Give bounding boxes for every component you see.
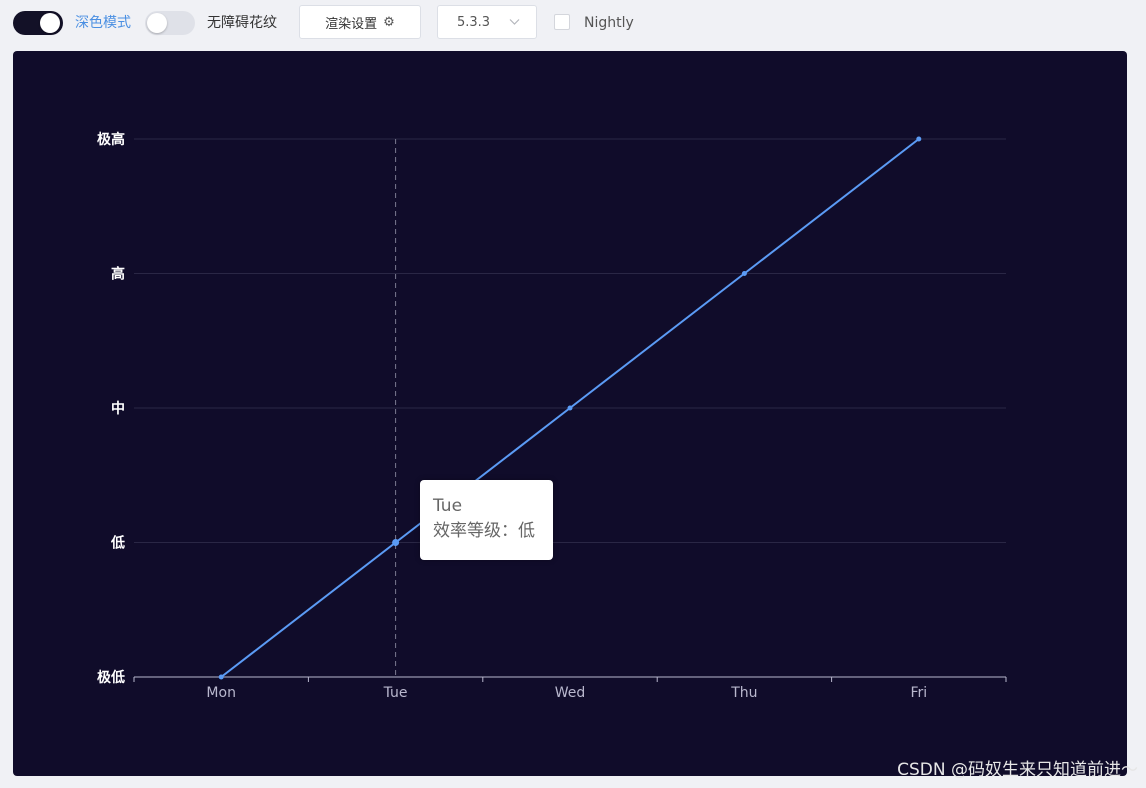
chevron-down-icon — [509, 19, 520, 25]
data-point[interactable] — [218, 674, 224, 680]
y-tick-label: 高 — [111, 266, 125, 283]
toggle-knob — [147, 13, 167, 33]
y-tick-label: 极高 — [97, 131, 125, 148]
nightly-checkbox[interactable] — [554, 14, 570, 30]
tooltip-title: Tue — [433, 496, 463, 516]
tooltip-value: 效率等级：低 — [433, 521, 535, 541]
line-chart: 极低 低 中 高 极高 Mon Tue Wed Thu Fri — [97, 131, 1007, 701]
toolbar: 深色模式 无障碍花纹 渲染设置 ⚙ 5.3.3 Nightly — [0, 0, 1146, 46]
x-tick-label: Tue — [383, 685, 408, 701]
gear-icon: ⚙ — [383, 14, 395, 30]
x-tick-label: Wed — [555, 685, 586, 701]
x-tick-label: Thu — [730, 685, 757, 701]
watermark: CSDN @码奴生来只知道前进～ — [897, 760, 1138, 780]
version-value: 5.3.3 — [457, 14, 491, 30]
dark-mode-label: 深色模式 — [75, 15, 131, 31]
data-point[interactable] — [916, 136, 922, 142]
dark-mode-toggle[interactable] — [13, 11, 63, 35]
data-point[interactable] — [741, 271, 747, 276]
render-settings-button[interactable]: 渲染设置 ⚙ — [299, 5, 421, 39]
nightly-label: Nightly — [584, 15, 634, 31]
aria-pattern-toggle[interactable] — [145, 11, 195, 35]
y-tick-label: 中 — [111, 400, 125, 417]
data-point[interactable] — [567, 405, 573, 411]
render-settings-label: 渲染设置 — [325, 16, 378, 32]
data-point[interactable] — [392, 539, 400, 546]
chart-panel: 极低 低 中 高 极高 Mon Tue Wed Thu Fri — [13, 51, 1127, 776]
y-tick-label: 低 — [110, 535, 125, 552]
aria-pattern-label: 无障碍花纹 — [207, 15, 277, 31]
chart-tooltip: Tue 效率等级：低 — [420, 480, 553, 560]
y-tick-label: 极低 — [97, 669, 125, 686]
version-select[interactable]: 5.3.3 — [437, 5, 537, 39]
toggle-knob — [40, 13, 60, 33]
x-tick-label: Fri — [910, 685, 927, 701]
x-tick-label: Mon — [206, 685, 236, 701]
